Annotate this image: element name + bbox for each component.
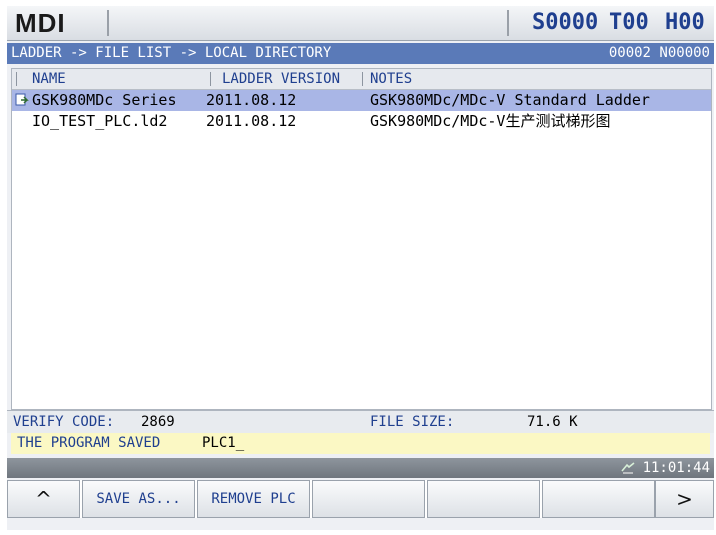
remove-plc-button[interactable]: REMOVE PLC [197, 480, 310, 518]
divider [507, 10, 509, 36]
table-row[interactable]: GSK980MDc Series 2011.08.12 GSK980MDc/MD… [12, 90, 711, 111]
file-name: GSK980MDc Series [32, 91, 177, 109]
column-header-notes[interactable]: NOTES [370, 69, 412, 89]
column-divider [362, 72, 363, 86]
file-size-value: 71.6 K [527, 414, 578, 430]
ladder-file-icon [15, 93, 29, 106]
mode-indicator: MDI [15, 8, 66, 38]
file-list: NAME LADDER VERSION NOTES GSK980MDc Seri… [11, 68, 712, 410]
ladder-version: 2011.08.12 [206, 91, 297, 109]
program-number: 00002 N00000 [608, 45, 710, 61]
divider [107, 10, 109, 36]
clock-icon [621, 462, 635, 474]
file-notes: GSK980MDc/MDc-V Standard Ladder [370, 91, 650, 109]
message-line: THE PROGRAM SAVED PLC1_ [11, 433, 710, 454]
file-size-label: FILE SIZE: [370, 414, 455, 430]
softkey-back-button[interactable]: ^ [7, 480, 80, 518]
top-status-bar: MDI S0000 T00 H00 [7, 6, 714, 41]
column-divider [210, 72, 211, 86]
softkey-next-button[interactable]: > [655, 480, 714, 518]
file-name: IO_TEST_PLC.ld2 [32, 112, 168, 130]
column-divider [16, 72, 17, 86]
verify-code-label: VERIFY CODE: [13, 414, 115, 430]
breadcrumb-path: LADDER -> FILE LIST -> LOCAL DIRECTORY [11, 45, 332, 61]
tool-number: T00 [609, 10, 649, 35]
column-header-version[interactable]: LADDER VERSION [222, 69, 340, 89]
message-text: THE PROGRAM SAVED [17, 435, 161, 451]
file-notes: GSK980MDc/MDc-V生产测试梯形图 [370, 112, 611, 130]
bottom-status-bar: 11:01:44 [7, 458, 714, 478]
cnc-screen: MDI S0000 T00 H00 LADDER -> FILE LIST ->… [7, 6, 714, 530]
spindle-speed: S0000 [532, 10, 599, 35]
breadcrumb: LADDER -> FILE LIST -> LOCAL DIRECTORY 0… [7, 43, 714, 64]
softkey-empty-button[interactable] [312, 480, 425, 518]
verify-code-value: 2869 [141, 414, 175, 430]
column-header-name[interactable]: NAME [32, 69, 66, 89]
table-row[interactable]: IO_TEST_PLC.ld2 2011.08.12 GSK980MDc/MDc… [12, 111, 711, 132]
softkey-empty-button[interactable] [542, 480, 655, 518]
softkey-empty-button[interactable] [427, 480, 540, 518]
softkey-bar: ^ SAVE AS... REMOVE PLC > [7, 480, 714, 518]
input-buffer[interactable]: PLC1_ [202, 433, 244, 454]
clock-time: 11:01:44 [642, 460, 710, 476]
file-info-bar: VERIFY CODE: 2869 FILE SIZE: 71.6 K [7, 410, 714, 433]
file-list-header: NAME LADDER VERSION NOTES [12, 69, 711, 90]
h-offset: H00 [665, 10, 705, 35]
save-as-button[interactable]: SAVE AS... [82, 480, 195, 518]
ladder-version: 2011.08.12 [206, 112, 297, 130]
